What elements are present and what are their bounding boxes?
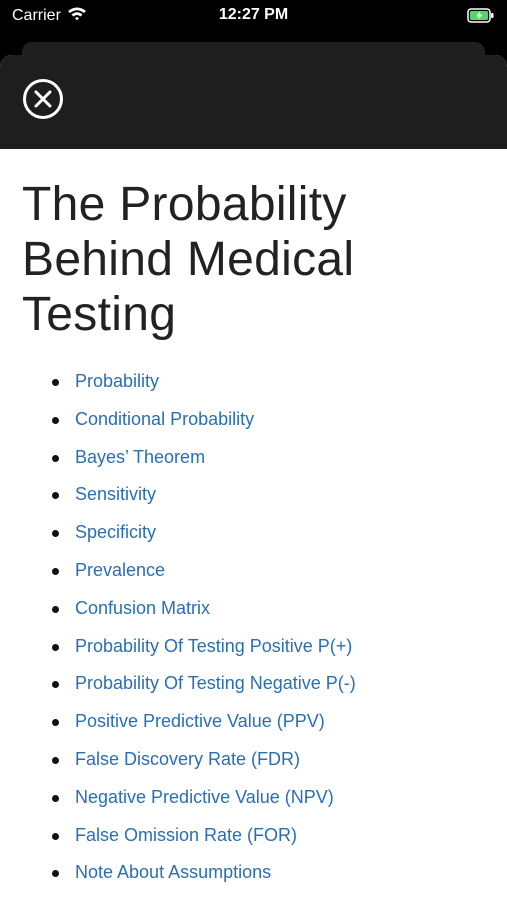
list-item: Probability Of Testing Negative P(-) [22,665,485,703]
topic-link-assumptions[interactable]: Note About Assumptions [75,862,271,882]
list-item: False Discovery Rate (FDR) [22,741,485,779]
topic-list: Probability Conditional Probability Baye… [22,363,485,892]
page-title: The Probability Behind Medical Testing [22,178,355,341]
bullet [52,530,59,538]
bullet [52,870,59,878]
topic-link-prevalence[interactable]: Prevalence [75,560,165,580]
bullet [52,756,59,764]
bullet [52,416,59,424]
topic-link-probability[interactable]: Probability [75,371,159,391]
bullet [52,681,59,689]
bullet [52,794,59,802]
topic-link-sensitivity[interactable]: Sensitivity [75,484,156,504]
list-item: Sensitivity [22,476,485,514]
topic-link-ppv[interactable]: Positive Predictive Value (PPV) [75,711,325,731]
list-item: Conditional Probability [22,401,485,439]
topic-link-testing-positive[interactable]: Probability Of Testing Positive P(+) [75,636,352,656]
bullet [52,832,59,840]
bullet [52,643,59,651]
list-item: Probability Of Testing Positive P(+) [22,628,485,666]
content: The Probability Behind Medical Testing P… [0,149,507,892]
screen: Carrier 12:27 PM The Probability Behind … [0,0,507,900]
topic-link-bayes-theorem[interactable]: Bayes’ Theorem [75,447,205,467]
topic-link-testing-negative[interactable]: Probability Of Testing Negative P(-) [75,673,356,693]
topic-link-specificity[interactable]: Specificity [75,522,156,542]
topic-link-fdr[interactable]: False Discovery Rate (FDR) [75,749,300,769]
list-item: False Omission Rate (FOR) [22,817,485,855]
topic-link-for[interactable]: False Omission Rate (FOR) [75,825,297,845]
bullet [52,719,59,727]
bullet [52,454,59,462]
close-button[interactable] [22,78,64,120]
topic-link-npv[interactable]: Negative Predictive Value (NPV) [75,787,334,807]
modal-header [0,55,507,149]
topic-link-confusion-matrix[interactable]: Confusion Matrix [75,598,210,618]
battery-charging-icon [467,8,495,29]
bullet [52,567,59,575]
modal-sheet: The Probability Behind Medical Testing P… [0,55,507,900]
bullet [52,605,59,613]
list-item: Confusion Matrix [22,590,485,628]
list-item: Positive Predictive Value (PPV) [22,703,485,741]
list-item: Probability [22,363,485,401]
status-bar: Carrier 12:27 PM [0,0,507,34]
bullet [52,492,59,500]
list-item: Specificity [22,514,485,552]
list-item: Note About Assumptions [22,854,485,892]
bullet [52,379,59,386]
list-item: Prevalence [22,552,485,590]
close-circle-icon [23,79,63,119]
topic-link-conditional-probability[interactable]: Conditional Probability [75,409,254,429]
list-item: Negative Predictive Value (NPV) [22,779,485,817]
list-item: Bayes’ Theorem [22,439,485,477]
status-time: 12:27 PM [218,6,289,23]
